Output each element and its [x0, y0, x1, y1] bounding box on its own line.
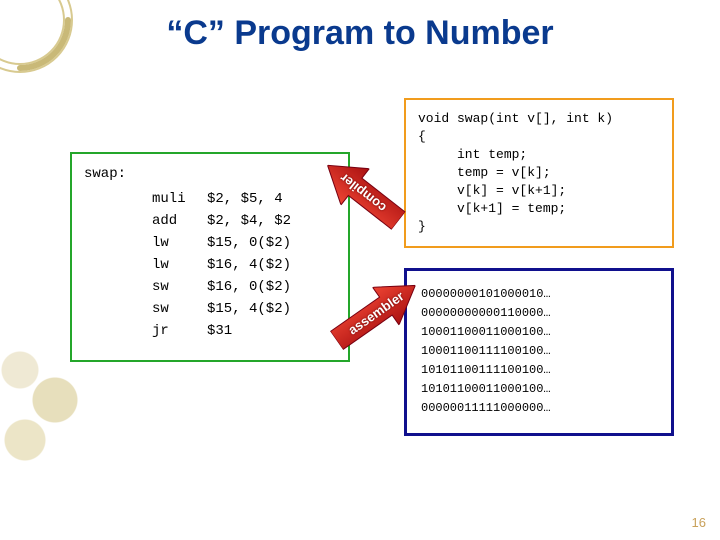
slide-title: “C” Program to Number: [0, 14, 720, 53]
asm-table: muli$2, $5, 4 add$2, $4, $2 lw$15, 0($2)…: [152, 188, 291, 342]
asm-row: lw$16, 4($2): [152, 254, 291, 276]
leaf-ornament: [0, 340, 90, 540]
binary-box: 00000000101000010… 00000000000110000… 10…: [404, 268, 674, 436]
asm-row: sw$16, 0($2): [152, 276, 291, 298]
asm-row: muli$2, $5, 4: [152, 188, 291, 210]
asm-row: jr$31: [152, 320, 291, 342]
asm-row: add$2, $4, $2: [152, 210, 291, 232]
assembler-label: assembler: [345, 288, 406, 337]
page-number: 16: [692, 515, 706, 530]
c-source-box: void swap(int v[], int k) { int temp; te…: [404, 98, 674, 248]
asm-row: lw$15, 0($2): [152, 232, 291, 254]
assembly-box: swap: muli$2, $5, 4 add$2, $4, $2 lw$15,…: [70, 152, 350, 362]
asm-label: swap:: [84, 166, 126, 182]
asm-row: sw$15, 4($2): [152, 298, 291, 320]
